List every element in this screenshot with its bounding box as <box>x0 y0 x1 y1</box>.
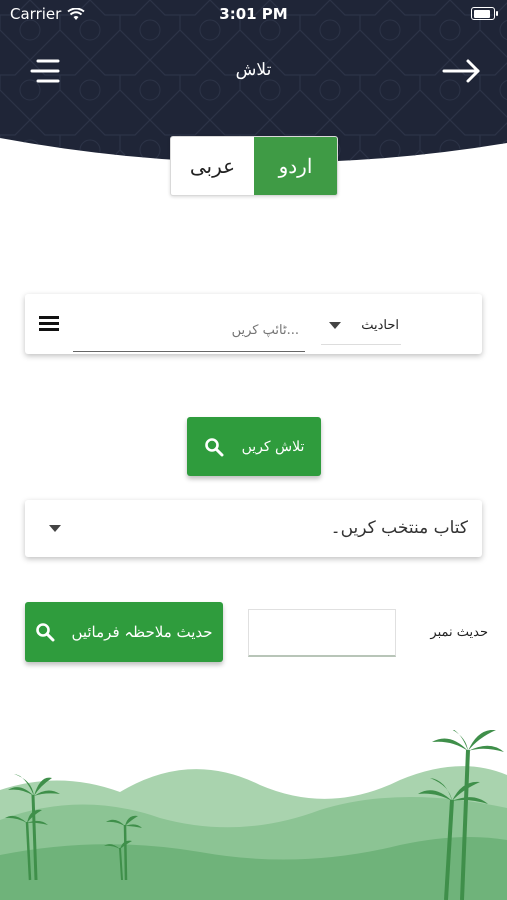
status-bar: Carrier 3:01 PM <box>0 0 507 28</box>
landscape-illustration <box>0 730 507 900</box>
search-button-label: تلاش کریں <box>241 438 305 455</box>
view-hadith-button-label: حدیث ملاحظہ فرمائیں <box>71 623 213 641</box>
search-icon <box>204 437 224 456</box>
clock: 3:01 PM <box>219 5 288 23</box>
hadith-number-label: حدیث نمبر <box>430 625 488 640</box>
book-select[interactable]: کتاب منتخب کریں۔ <box>25 500 482 557</box>
language-option-arabic[interactable]: عربی <box>171 137 254 195</box>
category-select[interactable]: احادیث <box>321 310 401 345</box>
back-button[interactable] <box>440 56 484 86</box>
language-option-urdu[interactable]: اردو <box>254 137 337 195</box>
battery-icon <box>471 7 498 20</box>
chevron-down-icon <box>49 525 61 532</box>
filter-menu-icon[interactable] <box>39 316 59 332</box>
category-selected-value: احادیث <box>361 318 399 333</box>
search-button[interactable]: تلاش کریں <box>187 417 321 476</box>
search-card: احادیث <box>25 294 482 354</box>
language-toggle: عربی اردو <box>170 136 338 196</box>
arrow-right-icon <box>442 59 480 83</box>
book-select-value: کتاب منتخب کریں۔ <box>330 518 468 538</box>
search-input[interactable] <box>73 310 305 352</box>
search-icon <box>36 623 55 642</box>
hadith-number-input[interactable] <box>248 609 396 657</box>
page-title: تلاش <box>235 60 272 80</box>
chevron-down-icon <box>329 322 341 329</box>
view-hadith-button[interactable]: حدیث ملاحظہ فرمائیں <box>25 602 223 662</box>
